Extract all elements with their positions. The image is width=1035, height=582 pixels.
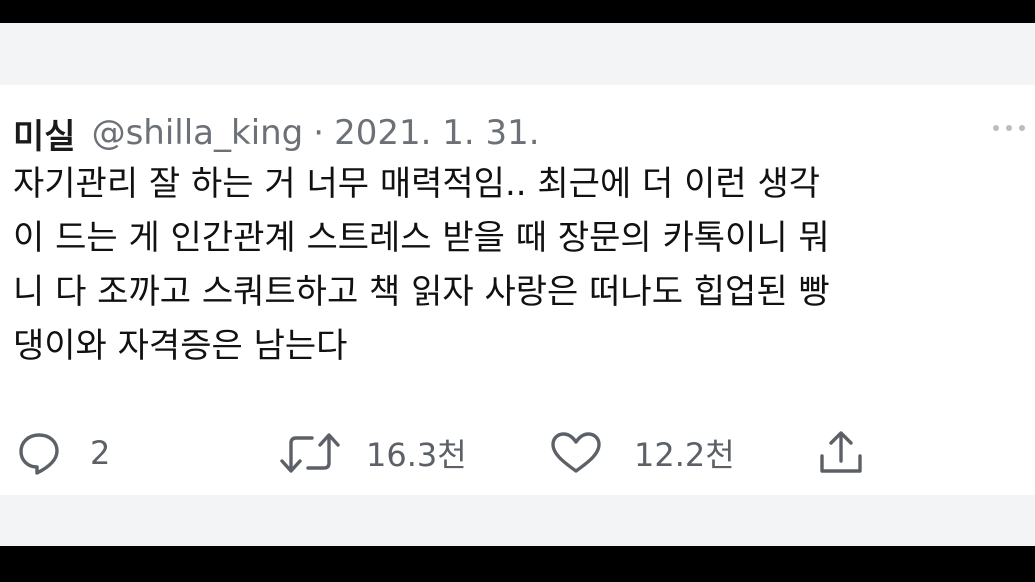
tweet-actions-bar: 2 16.3천 12.2천 <box>0 423 1035 483</box>
share-icon <box>820 431 862 473</box>
like-button[interactable]: 12.2천 <box>548 423 735 483</box>
share-button[interactable] <box>816 423 866 483</box>
retweet-icon <box>280 433 340 473</box>
reply-count: 2 <box>90 434 111 472</box>
tweet-text: 자기관리 잘 하는 거 너무 매력적임.. 최근에 더 이런 생각 이 드는 게… <box>13 157 1028 373</box>
user-handle[interactable]: @shilla_king <box>92 113 304 153</box>
like-count: 12.2천 <box>634 436 735 474</box>
tweet-text-line: 이 드는 게 인간관계 스트레스 받을 때 장문의 카톡이니 뭐 <box>13 218 830 258</box>
header-separator: · <box>313 113 325 153</box>
screenshot-frame: 미실 @shilla_king · 2021. 1. 31. 자기관리 잘 하는… <box>0 23 1035 546</box>
tweet-header: 미실 @shilla_king · 2021. 1. 31. <box>13 109 540 158</box>
tweet-text-line: 니 다 조까고 스쿼트하고 책 읽자 사랑은 떠나도 힙업된 빵 <box>13 272 830 312</box>
top-divider-strip <box>0 23 1035 85</box>
retweet-button[interactable]: 16.3천 <box>278 423 467 483</box>
retweet-count: 16.3천 <box>366 436 467 474</box>
reply-bubble-icon <box>19 433 59 475</box>
tweet-date[interactable]: 2021. 1. 31. <box>334 113 539 153</box>
tweet-text-line: 자기관리 잘 하는 거 너무 매력적임.. 최근에 더 이런 생각 <box>13 164 821 204</box>
bottom-divider-strip <box>0 495 1035 546</box>
display-name[interactable]: 미실 <box>13 109 76 158</box>
more-options-icon[interactable] <box>993 125 1025 131</box>
heart-icon <box>551 432 601 473</box>
tweet-text-line: 댕이와 자격증은 남는다 <box>13 326 348 366</box>
reply-button[interactable]: 2 <box>16 423 110 483</box>
tweet-card: 미실 @shilla_king · 2021. 1. 31. 자기관리 잘 하는… <box>0 85 1035 495</box>
